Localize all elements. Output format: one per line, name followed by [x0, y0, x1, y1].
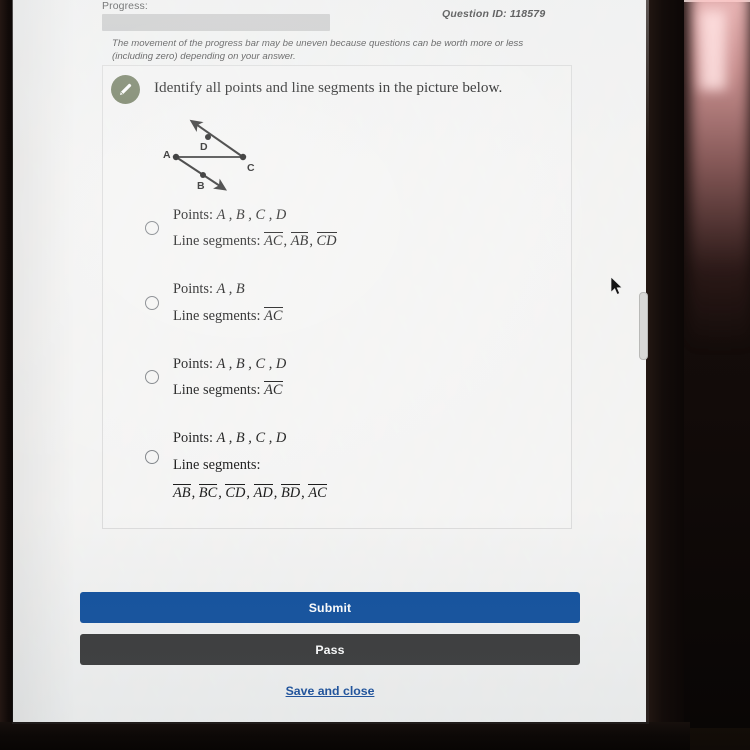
progress-note: The movement of the progress bar may be …	[112, 38, 524, 62]
option-segments-line: Line segments: AC	[173, 381, 283, 399]
segment-cd: CD	[225, 483, 246, 501]
option-segments-line: Line segments: AC	[173, 306, 283, 324]
segment-ad: AD	[253, 483, 273, 501]
segment-list: AC	[264, 306, 283, 324]
answer-option-text: Points: A , B Line segments: AC	[173, 276, 284, 328]
option-points-line: Points: A , B , C , D	[173, 207, 287, 223]
point-a-dot	[172, 153, 180, 161]
answer-option[interactable]: Points: A , B , C , D Line segments: AB, B…	[145, 425, 565, 506]
point-b-dot	[200, 172, 206, 178]
answer-option[interactable]: Points: A , B Line segments: AC	[145, 276, 565, 328]
progress-bar	[102, 14, 330, 31]
segment-list: AB, BC, CD, AD, BD, AC	[173, 483, 327, 501]
point-c-dot	[239, 153, 247, 161]
answer-option[interactable]: Points: A , B , C , D Line segments: AC	[145, 351, 565, 403]
pencil-icon	[111, 75, 140, 104]
point-d-dot	[205, 134, 211, 140]
mouse-cursor	[610, 276, 624, 301]
point-b-label: B	[197, 180, 205, 192]
option-points-value: A , B , C , D	[216, 355, 287, 372]
answer-option-text: Points: A , B , C , D Line segments: AB, B…	[173, 425, 328, 506]
option-points-value: A , B , C , D	[216, 207, 287, 223]
answer-options: Points: A , B , C , D Line segments: AC, …	[145, 202, 565, 528]
option-points-line: Points: A , B , C , D	[173, 430, 287, 447]
point-a-label: A	[163, 149, 171, 161]
answer-option[interactable]: Points: A , B , C , D Line segments: AC, …	[145, 202, 565, 254]
segment-list: AC, AB, CD	[264, 232, 337, 250]
segment-ab: AB	[173, 483, 191, 501]
segment-ac: AC	[264, 306, 283, 324]
scrollbar-track[interactable]	[640, 0, 649, 724]
point-d-label: D	[200, 141, 208, 153]
progress-label: Progress:	[102, 0, 148, 12]
question-id: Question ID: 118579	[442, 8, 546, 20]
question-card: Identify all points and line segments in…	[102, 65, 572, 529]
question-header: Identify all points and line segments in…	[111, 74, 502, 104]
option-segments-label: Line segments:	[173, 456, 261, 473]
save-and-close-link[interactable]: Save and close	[80, 684, 580, 698]
submit-button[interactable]: Submit	[80, 592, 580, 623]
radio-option-1[interactable]	[145, 221, 159, 236]
device-bezel-bottom	[0, 722, 690, 750]
photographed-screen-scene: Progress: Question ID: 118579 The moveme…	[0, 0, 750, 750]
radio-option-3[interactable]	[145, 370, 159, 385]
scrollbar-thumb[interactable]	[639, 292, 648, 360]
geometry-figure: A B C D	[158, 119, 278, 192]
point-c-label: C	[247, 162, 255, 174]
option-points-value: A , B	[216, 281, 245, 298]
option-points-line: Points: A , B	[173, 281, 245, 298]
answer-option-text: Points: A , B , C , D Line segments: AC	[173, 351, 286, 403]
question-prompt: Identify all points and line segments in…	[154, 79, 503, 96]
option-points-value: A , B , C , D	[216, 430, 287, 447]
answer-option-text: Points: A , B , C , D Line segments: AC, …	[173, 202, 338, 254]
segment-bc: BC	[198, 483, 218, 501]
option-segments-line: Line segments: AC, AB, CD	[173, 232, 337, 250]
light-reflection-highlight	[700, 10, 726, 90]
pass-button[interactable]: Pass	[80, 634, 580, 665]
segment-ab: AB	[290, 232, 309, 250]
segment-cd: CD	[316, 232, 337, 250]
radio-option-4[interactable]	[145, 450, 159, 465]
segment-ac: AC	[264, 232, 283, 250]
device-bezel-right	[646, 0, 684, 726]
option-points-line: Points: A , B , C , D	[173, 355, 287, 372]
radio-option-2[interactable]	[145, 295, 159, 310]
segment-ac: AC	[264, 381, 283, 399]
segment-ac: AC	[308, 483, 327, 501]
segment-bd: BD	[280, 483, 301, 501]
quiz-application: Progress: Question ID: 118579 The moveme…	[12, 0, 649, 724]
segment-list: AC	[264, 381, 283, 399]
option-segments-line: AB, BC, CD, AD, BD, AC	[173, 480, 328, 506]
device-screen: Progress: Question ID: 118579 The moveme…	[12, 0, 649, 724]
